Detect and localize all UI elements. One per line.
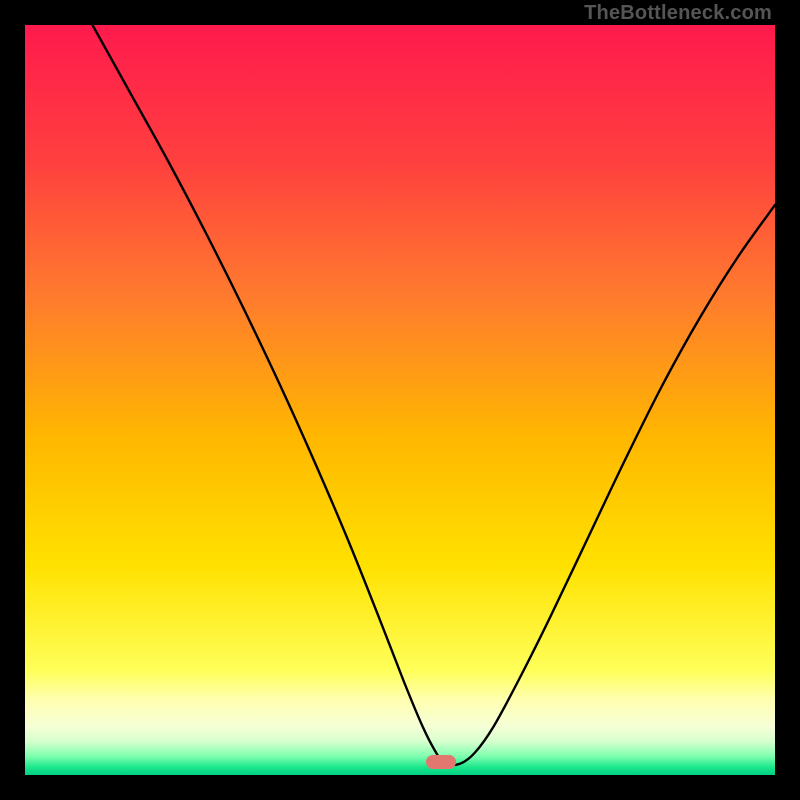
- chart-frame: TheBottleneck.com: [0, 0, 800, 800]
- optimal-marker: [426, 755, 456, 769]
- plot-area: [25, 25, 775, 775]
- watermark-text: TheBottleneck.com: [584, 2, 772, 25]
- bottleneck-curve: [25, 25, 775, 775]
